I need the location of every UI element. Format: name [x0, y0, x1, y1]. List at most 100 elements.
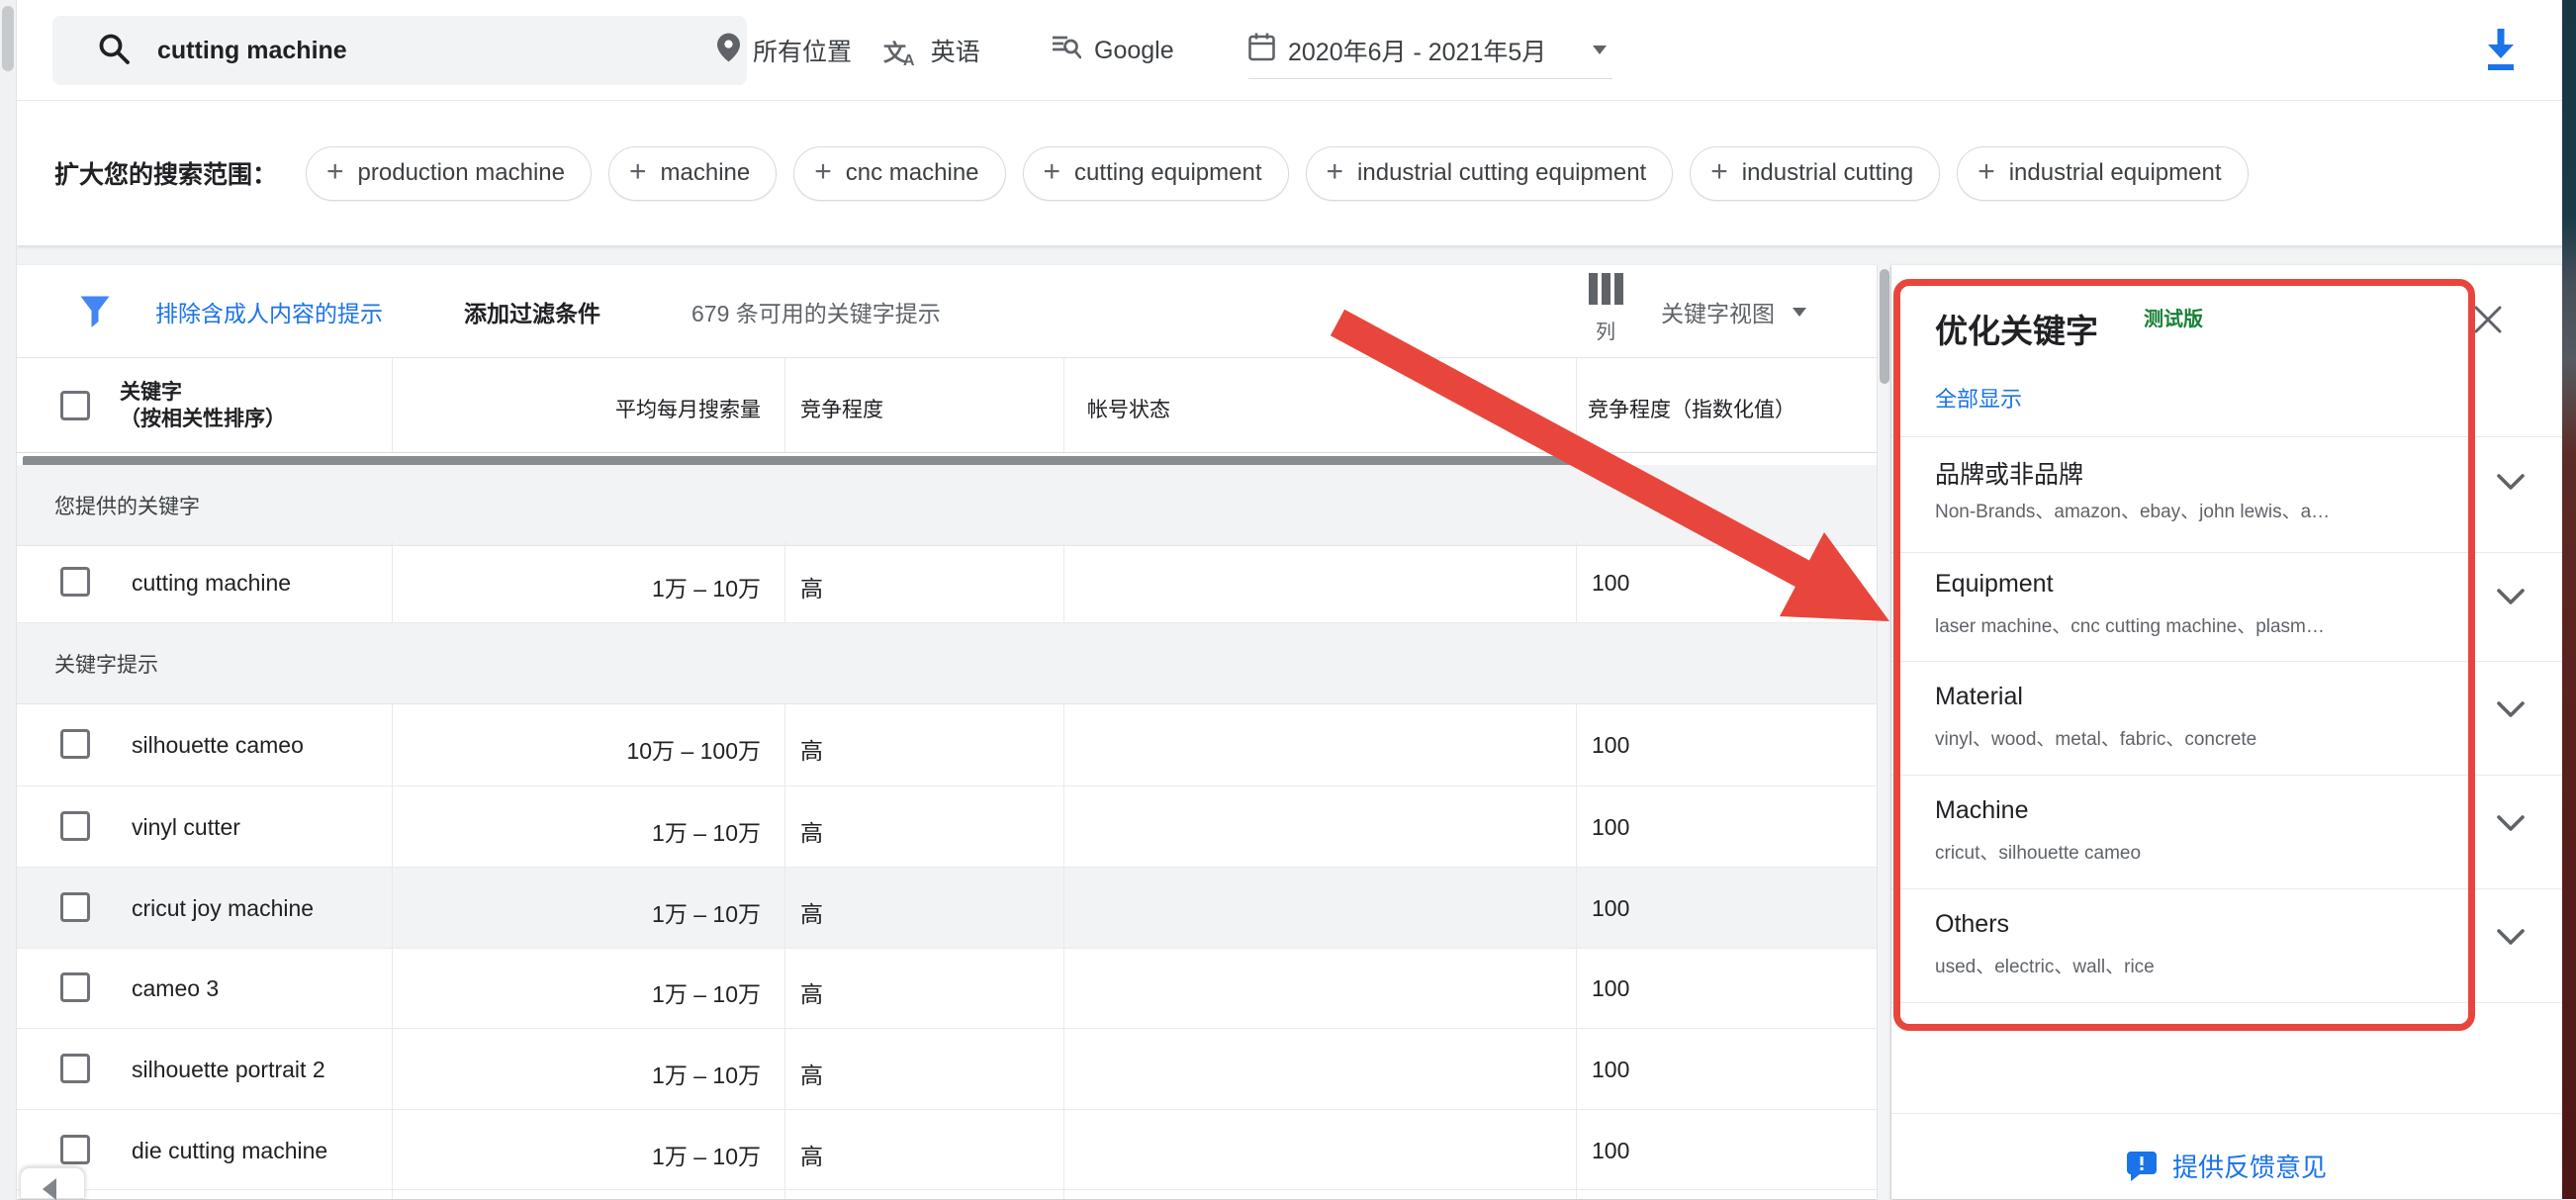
table-row[interactable]: die cutting machine 1万 – 10万 高 100 [17, 1110, 1877, 1190]
section-row-provided-keywords: 您提供的关键字 [17, 465, 1877, 546]
expand-group-button[interactable] [2495, 814, 2527, 838]
location-selector[interactable]: 所有位置 [717, 0, 852, 101]
table-row[interactable]: vinyl cutter 1万 – 10万 高 100 [17, 786, 1877, 868]
chevron-down-icon [2495, 700, 2527, 719]
translate-icon: 文A [883, 34, 918, 67]
table-header-row: 关键字 （按相关性排序） 平均每月搜索量 竞争程度 帐号状态 竞争程度（指数化值… [17, 358, 1877, 453]
download-button[interactable] [2477, 26, 2525, 73]
row-checkbox[interactable] [60, 567, 90, 597]
view-label: 关键字视图 [1661, 295, 1775, 328]
vertical-scrollbar-thumb[interactable] [1880, 269, 1889, 384]
show-all-link[interactable]: 全部显示 [1935, 382, 2022, 414]
date-range-label: 2020年6月 - 2021年5月 [1288, 33, 1546, 68]
download-icon [2480, 27, 2522, 72]
table-row[interactable]: silhouette portrait 2 1万 – 10万 高 100 [17, 1029, 1877, 1110]
table-row[interactable]: cutting machine 1万 – 10万 高 100 [17, 542, 1877, 623]
chip-add-keyword[interactable]: + production machine [306, 146, 592, 201]
row-checkbox[interactable] [60, 729, 90, 759]
view-selector[interactable]: 关键字视图 [1661, 265, 1806, 358]
expand-group-button[interactable] [2495, 700, 2527, 724]
chip-label: production machine [358, 159, 565, 187]
group-examples: used、electric、wall、rice [1935, 952, 2155, 978]
divider [1891, 436, 2562, 437]
keyword-search-box[interactable] [52, 16, 747, 85]
feedback-link[interactable]: 提供反馈意见 [1891, 1148, 2562, 1184]
table-row[interactable]: cameo 3 1万 – 10万 高 100 [17, 948, 1877, 1029]
table-row[interactable]: cricut joy machine 1万 – 10万 高 100 [17, 868, 1877, 949]
cell-competition-indexed: 100 [1592, 1057, 1629, 1083]
row-checkbox[interactable] [60, 1135, 90, 1164]
exclude-adult-link[interactable]: 排除含成人内容的提示 [155, 265, 383, 358]
left-scrollbar[interactable] [0, 0, 17, 1199]
cell-competition-indexed: 100 [1592, 975, 1629, 1002]
group-title: Machine [1935, 796, 2029, 825]
keyword-chips: + production machine + machine +cnc machin… [306, 101, 2249, 245]
chip-add-keyword[interactable]: +cutting equipment [1023, 146, 1289, 201]
row-checkbox[interactable] [60, 1054, 90, 1083]
col-header-avg-searches[interactable]: 平均每月搜索量 [215, 394, 761, 423]
keyword-results-card: 排除含成人内容的提示 添加过滤条件 679 条可用的关键字提示 列 关键字视图 … [17, 265, 1877, 1199]
cell-competition-indexed: 100 [1592, 1138, 1629, 1164]
col-header-competition[interactable]: 竞争程度 [800, 394, 883, 423]
expand-search-label: 扩大您的搜索范围： [54, 101, 277, 245]
group-examples: cricut、silhouette cameo [1935, 838, 2141, 865]
chip-label: industrial cutting equipment [1357, 159, 1646, 187]
add-filter-button[interactable]: 添加过滤条件 [464, 265, 600, 358]
table-row[interactable]: silhouette cameo 10万 – 100万 高 100 [17, 704, 1877, 786]
filter-funnel-icon [80, 296, 110, 333]
table-row-partial [17, 1190, 1877, 1199]
plus-icon: + [1710, 157, 1728, 187]
date-range-selector[interactable]: 2020年6月 - 2021年5月 [1248, 22, 1612, 79]
chip-add-keyword[interactable]: + machine [608, 146, 777, 201]
divider [1891, 552, 2562, 553]
location-label: 所有位置 [753, 33, 852, 68]
row-checkbox[interactable] [60, 972, 90, 1002]
network-selector[interactable]: Google [1052, 0, 1174, 101]
cell-competition: 高 [800, 975, 823, 1009]
expand-search-bar: 扩大您的搜索范围： + production machine + machine +… [17, 101, 2576, 245]
cell-avg-searches: 10万 – 100万 [215, 732, 761, 766]
language-selector[interactable]: 文A 英语 [883, 0, 980, 101]
divider [1891, 775, 2562, 776]
row-checkbox[interactable] [60, 892, 90, 922]
top-bar: 所有位置 文A 英语 Google 2020年6月 - 2021年5月 [17, 0, 2576, 101]
refine-keywords-panel: 优化关键字 测试版 全部显示 品牌或非品牌 Non-Brands、amazon、… [1891, 265, 2562, 1199]
location-pin-icon [717, 33, 740, 69]
cell-competition: 高 [800, 570, 823, 603]
chip-add-keyword[interactable]: +cnc machine [793, 146, 1005, 201]
columns-button[interactable]: 列 [1576, 273, 1635, 344]
divider [1891, 1002, 2562, 1003]
vertical-scrollbar[interactable] [1877, 265, 1891, 1199]
expand-group-button[interactable] [2495, 473, 2527, 497]
select-all-checkbox[interactable] [60, 391, 90, 420]
cell-competition-indexed: 100 [1592, 570, 1629, 597]
plus-icon: + [1327, 157, 1344, 187]
row-checkbox[interactable] [60, 811, 90, 841]
col-header-competition-indexed[interactable]: 竞争程度（指数化值） [1588, 394, 1795, 423]
plus-icon: + [1978, 157, 1995, 187]
chip-add-keyword[interactable]: + industrial cutting equipment [1306, 146, 1674, 201]
expand-group-button[interactable] [2495, 588, 2527, 611]
chevron-down-icon [2495, 814, 2527, 833]
close-panel-button[interactable] [2471, 303, 2507, 338]
expand-group-button[interactable] [2495, 928, 2527, 952]
plus-icon: + [326, 157, 344, 187]
col-header-account-status[interactable]: 帐号状态 [1087, 394, 1170, 423]
beta-badge: 测试版 [2144, 303, 2203, 331]
search-icon [96, 31, 132, 71]
chip-label: industrial cutting [1742, 159, 1913, 187]
group-title: Others [1935, 910, 2009, 939]
table-toolbar: 排除含成人内容的提示 添加过滤条件 679 条可用的关键字提示 列 关键字视图 [17, 265, 1877, 358]
plus-icon: + [629, 157, 647, 187]
search-input[interactable] [157, 37, 672, 65]
scroll-left-button[interactable] [20, 1167, 85, 1199]
chevron-down-icon [2495, 588, 2527, 606]
chip-add-keyword[interactable]: +industrial equipment [1957, 146, 2248, 201]
left-scrollbar-thumb[interactable] [2, 6, 14, 71]
cell-competition-indexed: 100 [1592, 732, 1629, 759]
chip-add-keyword[interactable]: + industrial cutting [1690, 146, 1940, 201]
chip-label: machine [661, 159, 751, 187]
cell-avg-searches: 1万 – 10万 [215, 975, 761, 1009]
chevron-down-icon [2495, 928, 2527, 947]
cell-avg-searches: 1万 – 10万 [215, 814, 761, 848]
